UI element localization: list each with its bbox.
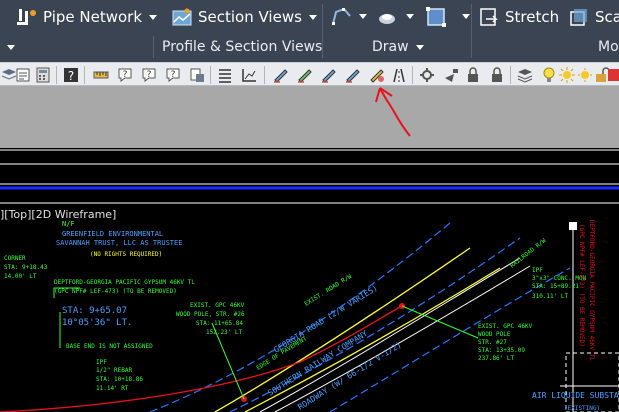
- sun-icon[interactable]: [558, 66, 576, 84]
- svg-text:?: ?: [68, 69, 74, 83]
- exist-pole-right-5: 237.86' LT: [478, 355, 515, 362]
- corner-label: CORNER: [4, 255, 26, 262]
- color-icon[interactable]: [608, 69, 619, 81]
- toolbar-separator: [510, 66, 511, 84]
- properties-icon[interactable]: [14, 66, 32, 84]
- exist-pole-right-3: STR. #27: [478, 339, 507, 346]
- chevron-down-icon[interactable]: [415, 44, 424, 50]
- station-bearing: 10°05'36" LT.: [62, 318, 132, 328]
- exist-pole-right-4: STA: 13+35.09: [478, 347, 525, 354]
- svg-text:?: ?: [123, 70, 128, 80]
- railroad-rw-label: RAILROAD R/W: [509, 237, 548, 269]
- viewport-controls[interactable]: ][Top][2D Wireframe]: [0, 208, 119, 221]
- stretch-button[interactable]: Stretch: [478, 3, 559, 31]
- lock-icon[interactable]: [488, 66, 506, 84]
- corner-station: STA: 9+18.43: [4, 264, 48, 271]
- circle-tool-icon[interactable]: [376, 6, 398, 28]
- pipe-network-label: Pipe Network: [43, 8, 143, 26]
- svg-text:?: ?: [171, 70, 176, 80]
- exist-pole-left-1: EXIST. GPC 46KV: [190, 302, 245, 309]
- station-main: STA: 9+65.07: [62, 306, 127, 316]
- panel-title-draw-label: Draw: [372, 39, 409, 55]
- layer-icon[interactable]: [516, 66, 534, 84]
- help-icon[interactable]: ?: [62, 66, 80, 84]
- chevron-down-icon[interactable]: [149, 14, 158, 20]
- pipe-network-icon: [17, 9, 36, 25]
- edit-icon[interactable]: [296, 66, 314, 84]
- red-arrow-annotation: [375, 87, 411, 137]
- georgia-pacific-line1: DEPTFORD-GEORGIA PACIFIC GYPSUM 46KV TL: [54, 279, 195, 286]
- corner-offset: 14.00' LT: [4, 273, 37, 280]
- help-icon[interactable]: ?: [140, 66, 158, 84]
- scale-icon: [570, 9, 587, 26]
- ipf-right-1: IPF: [532, 267, 543, 274]
- panel-title-draw[interactable]: Draw: [372, 37, 424, 57]
- scale-label: Sca: [595, 8, 619, 26]
- bulb-icon[interactable]: [540, 66, 558, 84]
- edit-icon[interactable]: [320, 66, 338, 84]
- ipf-rebar: 1/2" REBAR: [96, 367, 133, 374]
- ipf-station: STA: 10+18.86: [96, 376, 143, 383]
- air-liquide-sub-label: (EXISTING): [564, 405, 600, 412]
- quick-toolbar: ? ? ? ?: [0, 62, 619, 86]
- southern-rail-label: SOUTHERN RAILWAY COMPANY: [266, 329, 369, 398]
- exist-pole-left-3: STA: 11+65.84: [196, 320, 243, 327]
- ribbon: Pipe Network Section Views Stretch Sca P…: [0, 0, 619, 62]
- cad-drawing: N/F GREENFIELD ENVIRONMENTAL SAVANNAH TR…: [0, 149, 619, 412]
- ipf-label: IPF: [96, 359, 107, 366]
- ipf-right-3: STA: 15+89.21: [532, 283, 579, 290]
- section-views-label: Section Views: [198, 8, 302, 26]
- find-icon[interactable]: [188, 66, 206, 84]
- section-views-button[interactable]: Section Views: [171, 3, 317, 31]
- ipf-right-4: 310.11' LT: [532, 293, 569, 300]
- ribbon-separator: [471, 4, 472, 58]
- table-icon[interactable]: [216, 66, 234, 84]
- ribbon-separator: [153, 36, 154, 58]
- exist-pole-left-4: 152.23' LT: [206, 329, 243, 336]
- graph-icon[interactable]: [240, 66, 258, 84]
- toolbar-separator: [210, 66, 211, 84]
- owner-top-line3: SAVANNAH TRUST, LLC AS TRUSTEE: [56, 239, 182, 247]
- panel-title-modify[interactable]: Mo: [598, 37, 619, 57]
- base-end-note: BASE END IS NOT ASSIGNED: [66, 343, 153, 350]
- chevron-down-icon[interactable]: [308, 14, 317, 20]
- owner-top-line1: N/F: [62, 220, 75, 228]
- chevron-down-icon[interactable]: [406, 14, 414, 19]
- help-icon[interactable]: ?: [164, 66, 182, 84]
- stretch-icon: [480, 8, 498, 26]
- stretch-label: Stretch: [505, 8, 560, 26]
- drawing-canvas[interactable]: N/F GREENFIELD ENVIRONMENTAL SAVANNAH TR…: [0, 148, 619, 412]
- owner-top-line2: GREENFIELD ENVIRONMENTAL: [62, 230, 163, 238]
- exist-pole-left-2: WOOD POLE, STR. #26: [176, 311, 245, 318]
- polyline-icon[interactable]: [330, 6, 354, 28]
- owner-note: (NO RIGHTS REQUIRED): [90, 251, 162, 258]
- toolbar-separator: [56, 66, 57, 84]
- lock-icon[interactable]: [464, 66, 482, 84]
- calculator-icon[interactable]: [34, 66, 52, 84]
- section-views-icon: [172, 8, 192, 26]
- air-liquide-label: AIR LIQUIDE SUBSTATI: [532, 391, 619, 400]
- deptford-vertical-label: DEPTFORD-GEORGIA PACIFIC GYPSUM 46KV TL: [588, 220, 595, 361]
- edit-icon[interactable]: [272, 66, 290, 84]
- exist-pole-right-1: EXIST. GPC 46KV: [478, 323, 533, 330]
- ipf-offset: 11.14' RT: [96, 385, 129, 392]
- gray-band: [0, 86, 619, 148]
- panel-title-profile-section-views[interactable]: Profile & Section Views: [162, 37, 322, 57]
- georgia-pacific-line2: (GPC NPF# LEF-473) (TO BE REMOVED): [54, 288, 177, 295]
- ruler-icon[interactable]: [92, 66, 110, 84]
- toolbar-separator: [84, 66, 85, 84]
- pipe-network-button[interactable]: Pipe Network: [16, 3, 158, 31]
- cursor-icon[interactable]: [442, 66, 460, 84]
- chevron-down-icon[interactable]: [462, 14, 470, 19]
- exist-pole-right-2: WOOD POLE: [478, 331, 511, 338]
- svg-text:?: ?: [147, 70, 152, 80]
- sun-icon[interactable]: [576, 66, 594, 84]
- scale-button[interactable]: Sca: [568, 3, 619, 31]
- gpc-vertical-label: (GPC NPF# LEF-473) (TO BE REMOVED): [578, 224, 585, 347]
- toolbar-separator: [264, 66, 265, 84]
- chevron-down-icon[interactable]: [359, 14, 367, 19]
- boundary-icon[interactable]: [424, 5, 448, 29]
- chevron-down-icon[interactable]: [7, 45, 15, 50]
- help-icon[interactable]: ?: [116, 66, 134, 84]
